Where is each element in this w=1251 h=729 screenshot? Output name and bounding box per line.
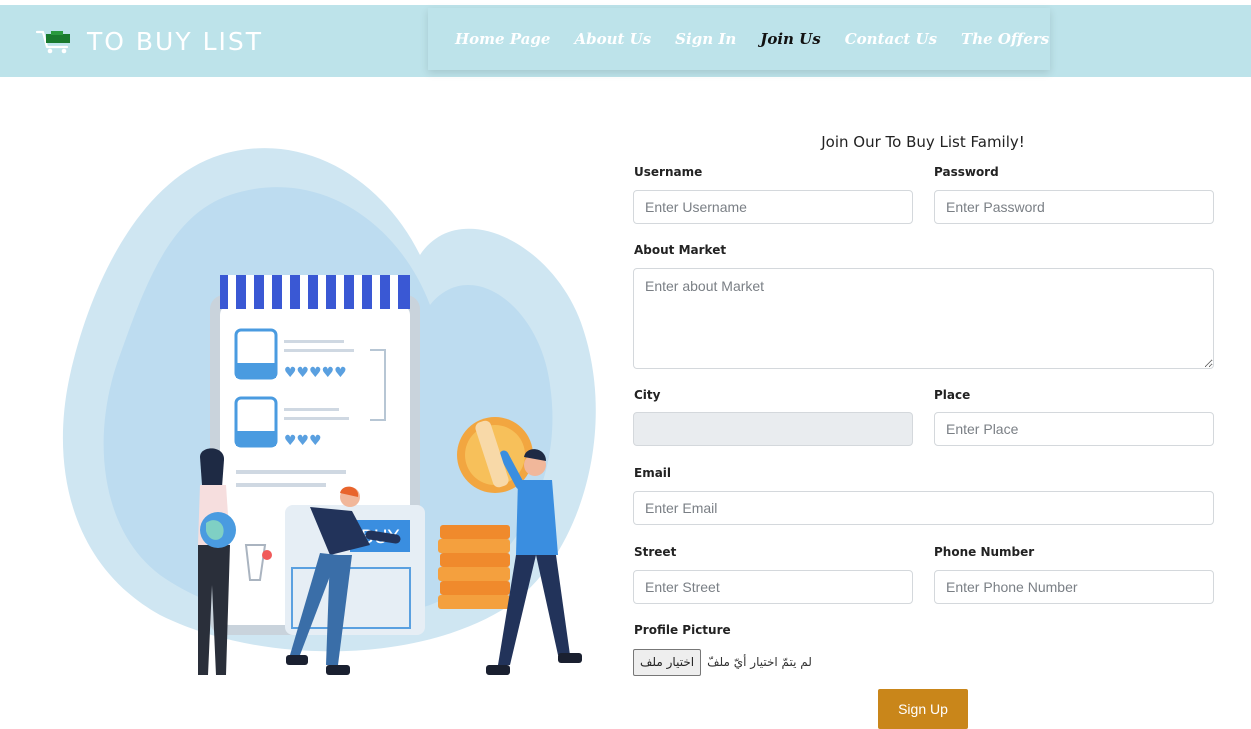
profile-picture-label: Profile Picture [634, 623, 731, 637]
brand-title: TO BUY LIST [87, 26, 264, 56]
nav-contact[interactable]: Contact Us [845, 30, 937, 48]
sign-up-button[interactable]: Sign Up [878, 689, 968, 729]
about-market-label: About Market [634, 243, 727, 257]
street-input[interactable] [633, 570, 913, 604]
svg-text:♥♥♥♥♥: ♥♥♥♥♥ [284, 365, 347, 381]
form-title: Join Our To Buy List Family! [821, 133, 1025, 151]
nav-join-us[interactable]: Join Us [760, 30, 820, 48]
password-input[interactable] [934, 190, 1214, 224]
file-status-text: لم يتمّ اختيار أيّ ملفّ [707, 655, 812, 669]
svg-text:♥♥♥: ♥♥♥ [284, 433, 322, 449]
nav-sign-in[interactable]: Sign In [675, 30, 736, 48]
place-label: Place [934, 388, 971, 402]
brand[interactable]: TO BUY LIST [35, 24, 263, 58]
nav-offers[interactable]: The Offers [961, 30, 1049, 48]
username-label: Username [634, 165, 703, 179]
city-label: City [634, 388, 661, 402]
nav-home[interactable]: Home Page [455, 30, 550, 48]
phone-label: Phone Number [934, 545, 1035, 559]
email-input[interactable] [633, 491, 1214, 525]
profile-picture-file-input: اختيار ملف لم يتمّ اختيار أيّ ملفّ [633, 648, 812, 676]
shopping-illustration: ♥♥♥♥♥ ♥♥♥ BUY [62, 148, 596, 675]
password-label: Password [934, 165, 999, 179]
about-market-textarea[interactable] [633, 268, 1214, 369]
top-bar: TO BUY LIST Home Page About Us Sign In J… [0, 0, 1251, 78]
awning [220, 275, 410, 309]
place-input[interactable] [934, 412, 1214, 446]
phone-input[interactable] [934, 570, 1214, 604]
nav-about[interactable]: About Us [574, 30, 651, 48]
choose-file-button[interactable]: اختيار ملف [633, 648, 702, 676]
city-input[interactable] [633, 412, 913, 446]
main-nav: Home Page About Us Sign In Join Us Conta… [428, 8, 1050, 70]
street-label: Street [634, 545, 677, 559]
email-label: Email [634, 466, 672, 480]
username-input[interactable] [633, 190, 913, 224]
shopping-cart-icon [35, 30, 70, 54]
